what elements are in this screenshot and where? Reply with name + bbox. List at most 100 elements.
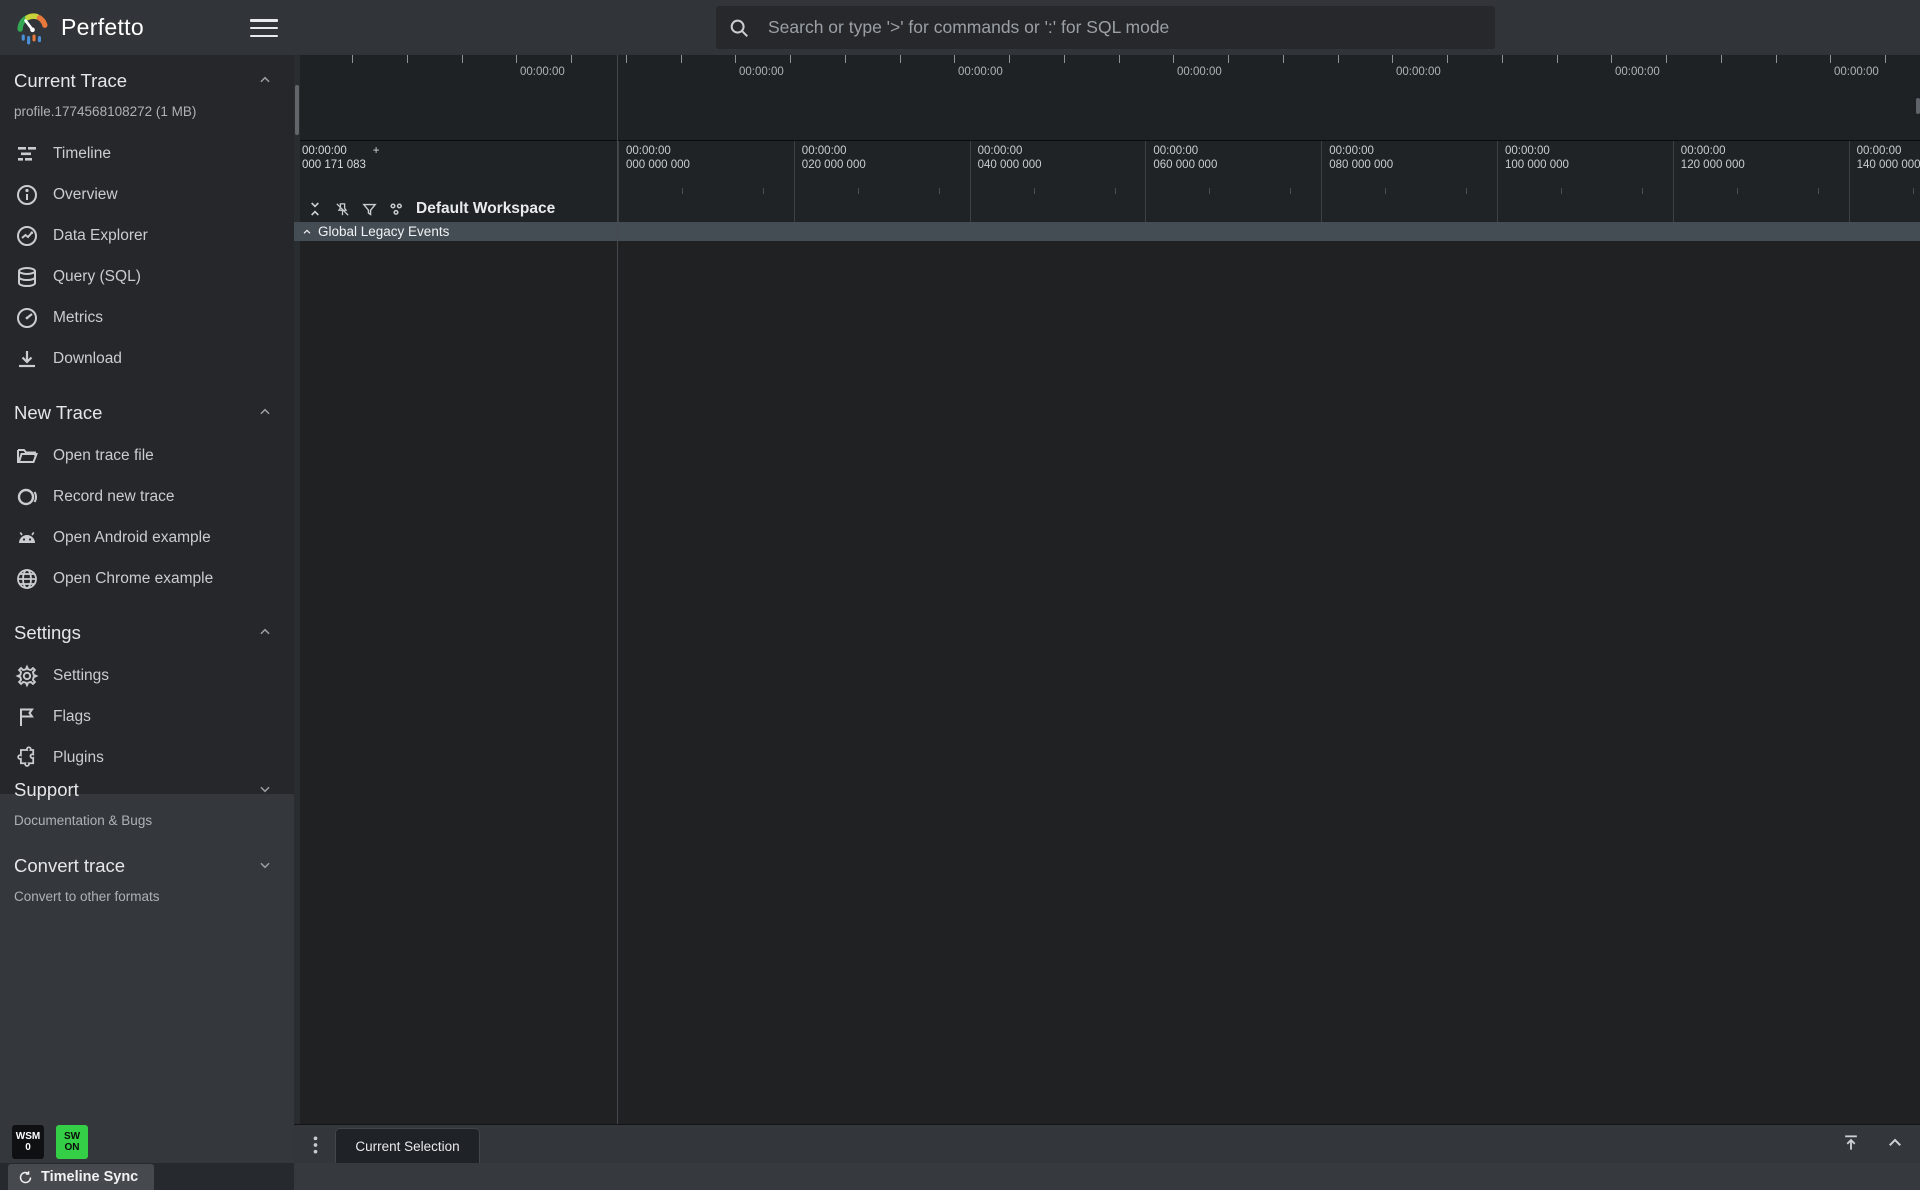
overview-tick — [790, 55, 791, 63]
menu-icon[interactable] — [249, 16, 279, 40]
ruler-panel: 00:00:00100 000 000 — [1497, 141, 1673, 222]
overview-time-label: 00:00:00 — [739, 66, 784, 78]
ruler-offset-label: 00:00:00+ 000 171 083 — [302, 144, 379, 172]
scrollbar-handle[interactable] — [295, 85, 299, 135]
chevron-up-icon[interactable] — [258, 402, 272, 424]
overview-tick — [1447, 55, 1448, 63]
footer-left: Timeline Sync — [0, 1163, 294, 1190]
search-input[interactable] — [766, 16, 1483, 39]
overview-tick — [1502, 55, 1503, 63]
section-title: Convert trace — [14, 855, 125, 877]
database-icon — [14, 264, 40, 290]
overview-tick — [1666, 55, 1667, 63]
chevron-up-icon[interactable] — [258, 622, 272, 644]
sidebar-section-current-trace[interactable]: Current Trace — [0, 69, 294, 93]
chevron-up-icon[interactable] — [258, 70, 272, 92]
tab-current-selection[interactable]: Current Selection — [335, 1128, 480, 1164]
sidebar-item-flags[interactable]: Flags — [0, 696, 294, 737]
overview-tick — [681, 55, 682, 63]
overview-time-label: 00:00:00 — [1177, 66, 1222, 78]
sidebar-item-open-android-example[interactable]: Open Android example — [0, 517, 294, 558]
sidebar-section-support[interactable]: Support — [0, 778, 294, 802]
filter-icon[interactable] — [360, 200, 378, 218]
overview-tick — [1338, 55, 1339, 63]
track-area — [294, 241, 1920, 1124]
section-title: New Trace — [14, 402, 102, 424]
overview-tick — [1611, 55, 1612, 63]
status-badge-wsm[interactable]: WSM0 — [12, 1125, 44, 1159]
sidebar-item-record-new-trace[interactable]: Record new trace — [0, 476, 294, 517]
overview-time-label: 00:00:00 — [1396, 66, 1441, 78]
sidebar-section-subtitle: Documentation & Bugs — [0, 808, 294, 832]
overview-tick — [516, 55, 517, 63]
track-group-global-legacy-events[interactable]: Global Legacy Events — [294, 222, 1920, 241]
sidebar-item-label: Flags — [53, 708, 91, 726]
timeline-icon — [14, 141, 40, 167]
ruler-panel: 00:00:00080 000 000 — [1321, 141, 1497, 222]
track-name-column-divider[interactable] — [617, 55, 618, 1124]
right-scrollbar-handle[interactable] — [1916, 98, 1920, 114]
workspace-name[interactable]: Default Workspace — [416, 200, 555, 218]
record-icon — [14, 484, 40, 510]
flag-icon — [14, 704, 40, 730]
chevron-down-icon[interactable] — [258, 855, 272, 877]
overview-tick — [407, 55, 408, 63]
section-title: Settings — [14, 622, 81, 644]
overview-tick — [1283, 55, 1284, 63]
overview-tick — [1557, 55, 1558, 63]
sidebar-item-download[interactable]: Download — [0, 338, 294, 379]
sidebar-section-subtitle: profile.1774568108272 (1 MB) — [0, 99, 294, 123]
gear-icon — [14, 663, 40, 689]
overview-tick — [1228, 55, 1229, 63]
status-badge-sw[interactable]: SWON — [56, 1125, 88, 1159]
overview-time-label: 00:00:00 — [520, 66, 565, 78]
sidebar-item-open-trace-file[interactable]: Open trace file — [0, 435, 294, 476]
perfetto-app: 00:00:00 00:00:00 00:00:00 00:00:00 00:00:00… — [0, 0, 1920, 1190]
sidebar-item-timeline[interactable]: Timeline — [0, 133, 294, 174]
chevron-up-icon — [302, 227, 312, 237]
sidebar-section-new-trace[interactable]: New Trace — [0, 401, 294, 425]
sidebar-item-metrics[interactable]: Metrics — [0, 297, 294, 338]
bottom-tab-bar: Current Selection — [294, 1124, 1920, 1163]
chevron-down-icon[interactable] — [258, 779, 272, 801]
sidebar-item-label: Settings — [53, 667, 109, 685]
sidebar-section-convert-trace[interactable]: Convert trace — [0, 854, 294, 878]
workspaces-icon[interactable] — [387, 200, 405, 218]
brand[interactable]: Perfetto — [14, 9, 144, 46]
overview-tick — [735, 55, 736, 63]
sidebar-item-overview[interactable]: Overview — [0, 174, 294, 215]
overview-tick — [1173, 55, 1174, 63]
ruler-panel: 00:00:00060 000 000 — [1145, 141, 1321, 222]
overview-tick — [1064, 55, 1065, 63]
sidebar-item-data-explorer[interactable]: Data Explorer — [0, 215, 294, 256]
sidebar-item-settings[interactable]: Settings — [0, 655, 294, 696]
overview-tick — [1392, 55, 1393, 63]
pin-off-icon[interactable] — [333, 200, 351, 218]
overview-tick — [1885, 55, 1886, 63]
sidebar-item-query-sql[interactable]: Query (SQL) — [0, 256, 294, 297]
puzzle-icon — [14, 745, 40, 771]
sidebar-item-plugins[interactable]: Plugins — [0, 737, 294, 778]
collapse-all-icon[interactable] — [306, 200, 324, 218]
sidebar: Current Trace profile.1774568108272 (1 MB… — [0, 55, 294, 1163]
timeline-sync-button[interactable]: Timeline Sync — [8, 1164, 154, 1190]
sidebar-section-settings[interactable]: Settings — [0, 621, 294, 645]
ruler-panel: 00:00:00120 000 000 — [1673, 141, 1849, 222]
sidebar-item-label: Metrics — [53, 309, 103, 327]
sidebar-item-label: Open trace file — [53, 447, 154, 465]
overview-tick — [626, 55, 627, 63]
section-title: Support — [14, 779, 79, 801]
dock-to-top-icon[interactable] — [1840, 1132, 1862, 1154]
timeline-overview-ruler[interactable]: 00:00:0000:00:0000:00:0000:00:0000:00:00… — [294, 55, 1920, 141]
top-bar: Perfetto — [0, 0, 1920, 55]
sidebar-item-open-chrome-example[interactable]: Open Chrome example — [0, 558, 294, 599]
kebab-menu-icon[interactable] — [306, 1133, 324, 1157]
sidebar-item-label: Open Android example — [53, 529, 211, 547]
overview-tick — [954, 55, 955, 63]
chart-icon — [14, 223, 40, 249]
sidebar-item-label: Open Chrome example — [53, 570, 213, 588]
sidebar-item-label: Timeline — [53, 145, 111, 163]
expand-panel-icon[interactable] — [1884, 1132, 1906, 1154]
overview-tick — [1119, 55, 1120, 63]
overview-tick — [1009, 55, 1010, 63]
